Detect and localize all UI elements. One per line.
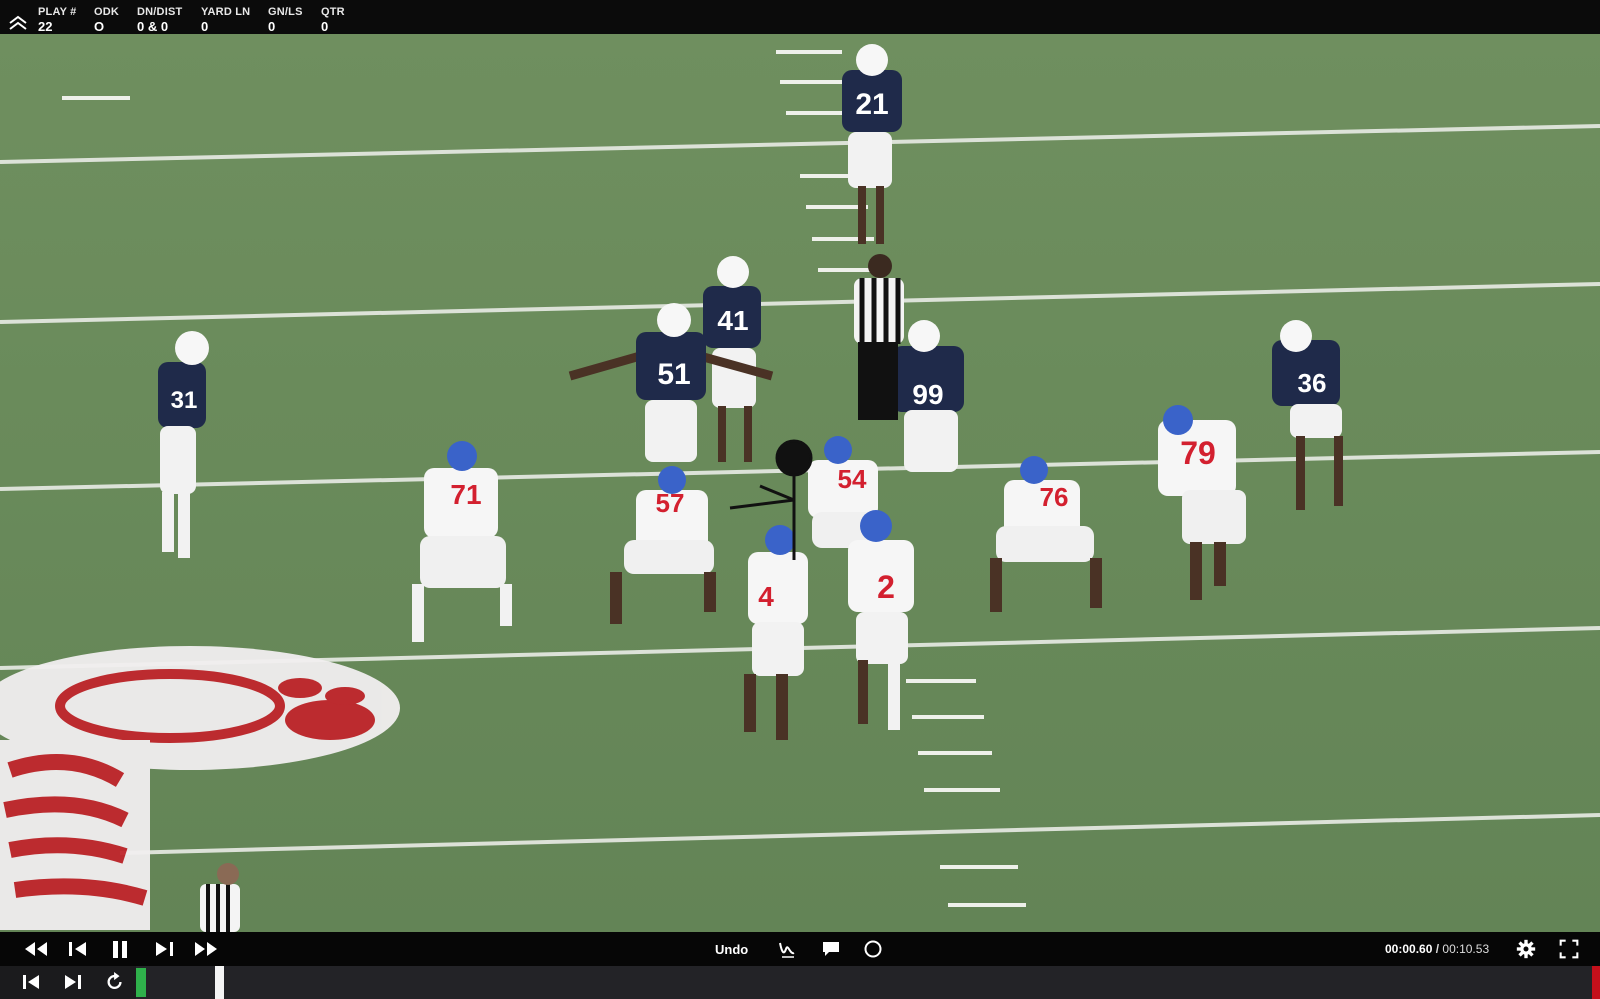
stat-label: GN/LS xyxy=(268,6,303,18)
stat-label: PLAY # xyxy=(38,6,77,18)
draw-icon[interactable] xyxy=(776,939,798,959)
collapse-up-icon[interactable] xyxy=(8,14,28,32)
circle-icon[interactable] xyxy=(862,939,884,959)
svg-text:71: 71 xyxy=(450,479,481,510)
svg-text:79: 79 xyxy=(1180,435,1216,471)
playback-controls: Undo 00:00.60 / 00:10.53 xyxy=(0,932,1600,966)
player-offense-2: 2 xyxy=(848,510,914,730)
time-current: 00:00.60 xyxy=(1385,942,1433,956)
player-defense-36: 36 xyxy=(1272,320,1343,510)
comment-icon[interactable] xyxy=(820,939,842,959)
player-defense-21: 21 xyxy=(842,44,902,244)
stat-value: O xyxy=(94,19,105,34)
fast-forward-icon[interactable] xyxy=(192,939,220,959)
fullscreen-icon[interactable] xyxy=(1557,939,1581,959)
playlist-strip xyxy=(0,966,1600,999)
svg-text:21: 21 xyxy=(855,88,888,121)
time-display: 00:00.60 / 00:10.53 xyxy=(1385,942,1489,956)
stat-yard-line: YARD LN 0 xyxy=(201,6,250,35)
field-logo xyxy=(0,646,400,930)
stat-label: ODK xyxy=(94,6,120,18)
time-total: 00:10.53 xyxy=(1442,942,1490,956)
player-offense-57: 57 xyxy=(610,466,716,624)
stat-down-distance: DN/DIST 0 & 0 xyxy=(137,6,182,35)
video-frame[interactable]: 21 41 51 99 36 31 71 57 54 2 4 76 79 xyxy=(0,34,1600,932)
stat-label: QTR xyxy=(321,6,345,18)
clip-end-marker xyxy=(1592,966,1600,999)
svg-text:36: 36 xyxy=(1298,368,1327,398)
svg-text:31: 31 xyxy=(171,387,198,414)
player-offense-79: 79 xyxy=(1158,405,1246,600)
player-offense-76: 76 xyxy=(990,456,1102,612)
stat-value: 0 xyxy=(268,19,276,34)
stat-quarter: QTR 0 xyxy=(321,6,345,35)
player-defense-99: 99 xyxy=(892,320,964,472)
player-offense-71: 71 xyxy=(412,441,512,642)
step-back-icon[interactable] xyxy=(66,939,90,959)
svg-text:57: 57 xyxy=(656,488,685,518)
svg-text:54: 54 xyxy=(838,464,867,494)
svg-text:51: 51 xyxy=(657,358,690,391)
svg-text:2: 2 xyxy=(877,569,895,605)
timeline-playhead[interactable] xyxy=(215,966,224,999)
pause-icon[interactable] xyxy=(108,939,132,959)
rewind-icon[interactable] xyxy=(22,939,50,959)
offense-players: 71 57 54 2 4 76 79 xyxy=(412,405,1246,740)
stat-play-number: PLAY # 22 xyxy=(38,6,77,35)
player-offense-4: 4 xyxy=(744,525,808,740)
stat-label: DN/DIST xyxy=(137,6,183,18)
play-info-bar: PLAY # 22 ODK O DN/DIST 0 & 0 YARD LN 0 … xyxy=(0,0,1600,34)
time-separator: / xyxy=(1435,942,1440,956)
skip-start-icon[interactable] xyxy=(20,972,42,992)
stat-odk: ODK O xyxy=(94,6,119,35)
clip-start-marker xyxy=(136,968,146,997)
svg-text:41: 41 xyxy=(717,305,748,336)
player-defense-31: 31 xyxy=(158,331,209,558)
timeline-track[interactable] xyxy=(136,966,1600,999)
skip-end-icon[interactable] xyxy=(62,972,84,992)
svg-text:76: 76 xyxy=(1040,482,1069,512)
stat-value: 0 & 0 xyxy=(137,19,169,34)
undo-button[interactable]: Undo xyxy=(715,942,748,957)
replay-icon[interactable] xyxy=(104,972,126,992)
step-forward-icon[interactable] xyxy=(152,939,176,959)
gear-icon[interactable] xyxy=(1514,939,1538,959)
stat-value: 0 xyxy=(321,19,329,34)
stat-gain-loss: GN/LS 0 xyxy=(268,6,303,35)
stat-label: YARD LN xyxy=(201,6,251,18)
svg-text:4: 4 xyxy=(758,581,774,612)
stat-value: 0 xyxy=(201,19,209,34)
football-field-scene: 21 41 51 99 36 31 71 57 54 2 4 76 79 xyxy=(0,44,1600,932)
svg-text:99: 99 xyxy=(912,379,943,410)
stat-value: 22 xyxy=(38,19,53,34)
